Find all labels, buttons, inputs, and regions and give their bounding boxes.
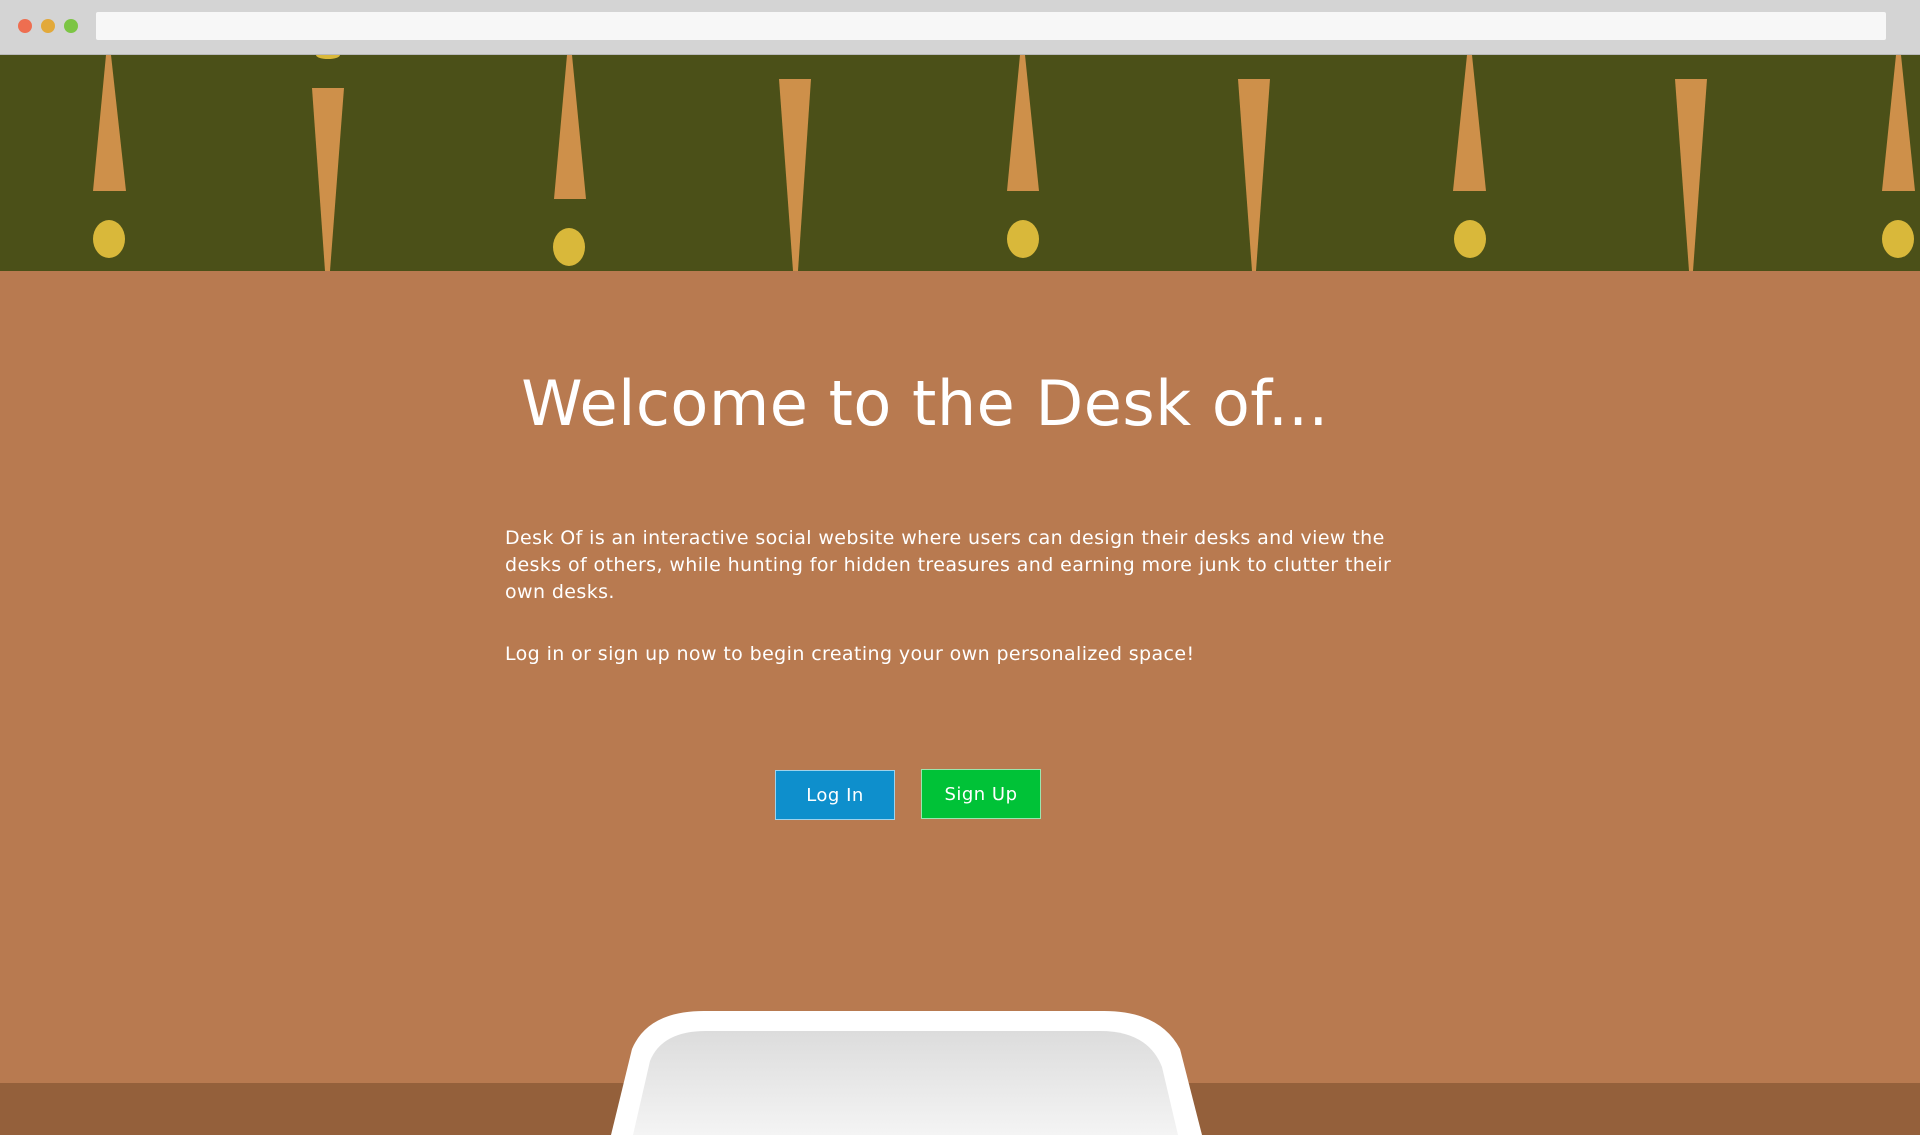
browser-toolbar <box>0 0 1920 55</box>
site-description: Desk Of is an interactive social website… <box>505 527 1392 603</box>
sign-up-button[interactable]: Sign Up <box>921 769 1041 819</box>
chair-back-icon <box>611 1011 1202 1135</box>
address-bar[interactable] <box>96 12 1886 40</box>
wall-banner-background <box>0 55 1920 271</box>
call-to-action-text: Log in or sign up now to begin creating … <box>505 643 1195 665</box>
log-in-button[interactable]: Log In <box>775 770 895 820</box>
minimize-window-icon[interactable] <box>41 19 55 33</box>
page-viewport: Welcome to the Desk of... Desk Of is an … <box>0 55 1920 1135</box>
main-content: Welcome to the Desk of... Desk Of is an … <box>0 271 1920 1135</box>
wall-banner <box>0 55 1920 271</box>
close-window-icon[interactable] <box>18 19 32 33</box>
page-title: Welcome to the Desk of... <box>521 367 1329 440</box>
maximize-window-icon[interactable] <box>64 19 78 33</box>
